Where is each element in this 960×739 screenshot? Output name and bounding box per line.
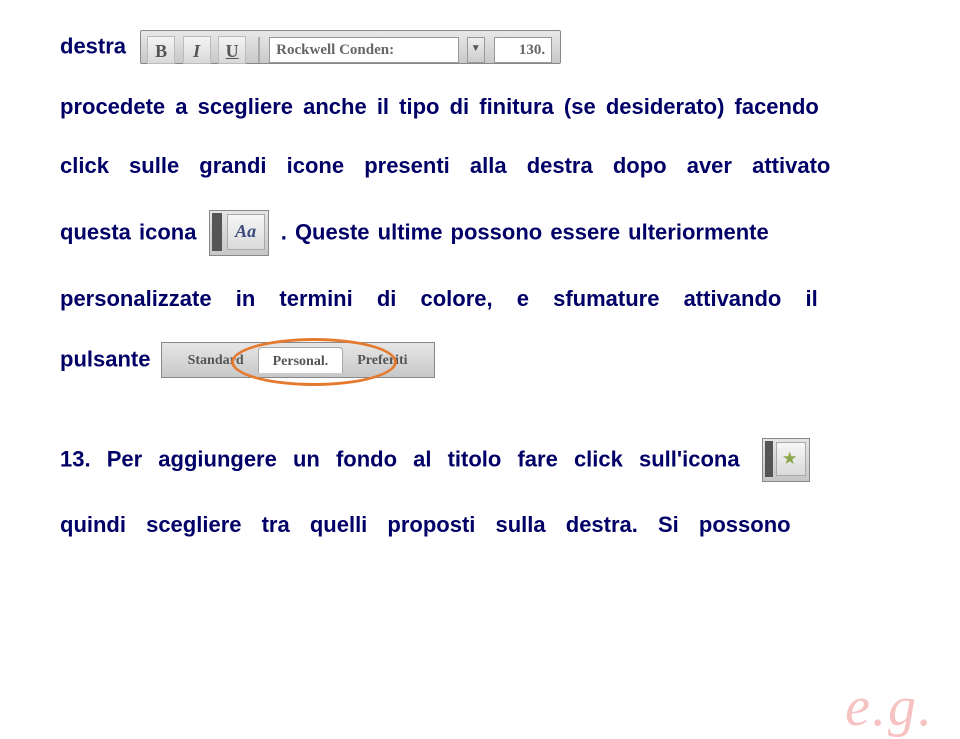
tab-preferiti[interactable]: Preferiti — [343, 347, 421, 373]
paragraph-line-7: quindi scegliere tra quelli proposti sul… — [60, 510, 900, 541]
tab-personal[interactable]: Personal. — [258, 347, 344, 373]
paragraph-line-1: procedete a scegliere anche il tipo di f… — [60, 92, 900, 123]
background-icon-inner — [776, 442, 806, 476]
paragraph-line-3a: questa icona — [60, 219, 205, 244]
aa-icon-label: Aa — [227, 214, 265, 250]
paragraph-line-3b: . Queste ultime possono essere ulteriorm… — [281, 219, 769, 244]
tab-standard[interactable]: Standard — [174, 347, 258, 373]
font-size-dropdown[interactable]: 130. — [494, 37, 552, 63]
bold-button[interactable]: B — [147, 36, 175, 64]
paragraph-line-2: click sulle grandi icone presenti alla d… — [60, 151, 900, 182]
toolbar-separator — [258, 37, 260, 63]
finish-icon[interactable]: Aa — [209, 210, 269, 256]
tabs-widget: Standard Personal. Preferiti — [161, 342, 435, 378]
underline-button[interactable]: U — [218, 36, 246, 64]
background-icon[interactable] — [762, 438, 810, 482]
italic-button[interactable]: I — [183, 36, 211, 64]
text-destra-1: destra — [60, 34, 126, 59]
paragraph-line-4: personalizzate in termini di colore, e s… — [60, 284, 900, 315]
dropdown-arrow-icon[interactable]: ▼ — [467, 37, 485, 63]
watermark-text: e.g. — [845, 675, 934, 739]
paragraph-line-6: 13. Per aggiungere un fondo al titolo fa… — [60, 447, 756, 472]
paragraph-line-5: pulsante — [60, 347, 150, 372]
font-name-dropdown[interactable]: Rockwell Conden: — [269, 37, 459, 63]
formatting-toolbar: B I U Rockwell Conden: ▼ 130. — [140, 30, 561, 64]
